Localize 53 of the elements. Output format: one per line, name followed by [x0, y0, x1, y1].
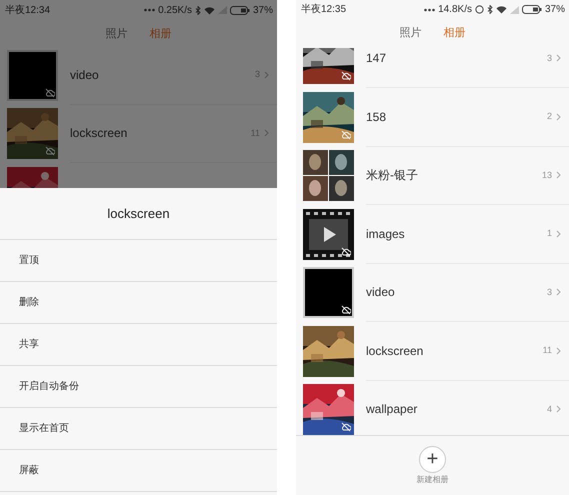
bluetooth-icon	[486, 5, 493, 14]
bluetooth-icon	[194, 6, 201, 14]
blank-thumbnail	[303, 267, 354, 318]
chevron-right-icon	[556, 405, 561, 414]
album-name: lockscreen	[366, 342, 424, 360]
menu-option[interactable]: 置顶	[0, 240, 277, 282]
menu-option[interactable]: 显示在首页	[0, 408, 277, 450]
chevron-right-icon	[264, 129, 269, 138]
album-count: 1	[546, 227, 552, 240]
chevron-right-icon	[556, 288, 561, 296]
album-count: 2	[546, 110, 552, 124]
network-speed: 0.25K/s	[158, 4, 192, 18]
blank-thumbnail	[7, 50, 58, 101]
battery-percent: 37%	[544, 3, 565, 18]
signal-icon	[510, 6, 519, 14]
album-name: lockscreen	[70, 125, 128, 142]
video-thumbnail	[303, 208, 354, 260]
album-name: 147	[366, 50, 388, 68]
album-count: 13	[542, 168, 552, 182]
chevron-right-icon	[264, 70, 269, 79]
add-button[interactable]: +	[419, 446, 446, 472]
battery-percent: 37%	[252, 4, 273, 18]
dots-icon	[144, 8, 156, 12]
chevron-right-icon	[556, 112, 561, 121]
album-name: wallpaper	[366, 401, 418, 418]
album-name: 158	[366, 108, 388, 126]
menu-option[interactable]: 共享	[0, 324, 277, 366]
chevron-right-icon	[556, 346, 561, 355]
album-count: 3	[546, 286, 552, 299]
album-count: 11	[542, 344, 552, 358]
album-count: 4	[546, 402, 552, 416]
status-time: 半夜12:35	[301, 2, 346, 18]
status-time: 半夜12:34	[5, 4, 50, 18]
dots-icon	[424, 8, 436, 12]
battery-icon	[522, 5, 542, 14]
album-count: 3	[546, 52, 552, 65]
chevron-right-icon	[556, 230, 561, 238]
menu-option[interactable]: 删除	[0, 282, 277, 324]
network-speed: 14.8K/s	[438, 3, 472, 18]
wifi-icon	[496, 5, 507, 14]
menu-option[interactable]: 屏蔽	[0, 450, 277, 492]
album-name: images	[366, 226, 406, 243]
tab[interactable]: 照片	[400, 25, 422, 42]
menu-option[interactable]: 开启自动备份	[0, 366, 277, 408]
album-name: video	[366, 284, 396, 302]
new-album-label: 新建相册	[416, 474, 448, 486]
battery-icon	[230, 6, 250, 14]
album-name: video	[70, 66, 100, 84]
wifi-icon	[204, 6, 215, 14]
chevron-right-icon	[556, 54, 561, 62]
album-name: 米粉-银子	[366, 167, 419, 184]
sheet-title: lockscreen	[0, 188, 277, 240]
chevron-right-icon	[556, 171, 561, 180]
